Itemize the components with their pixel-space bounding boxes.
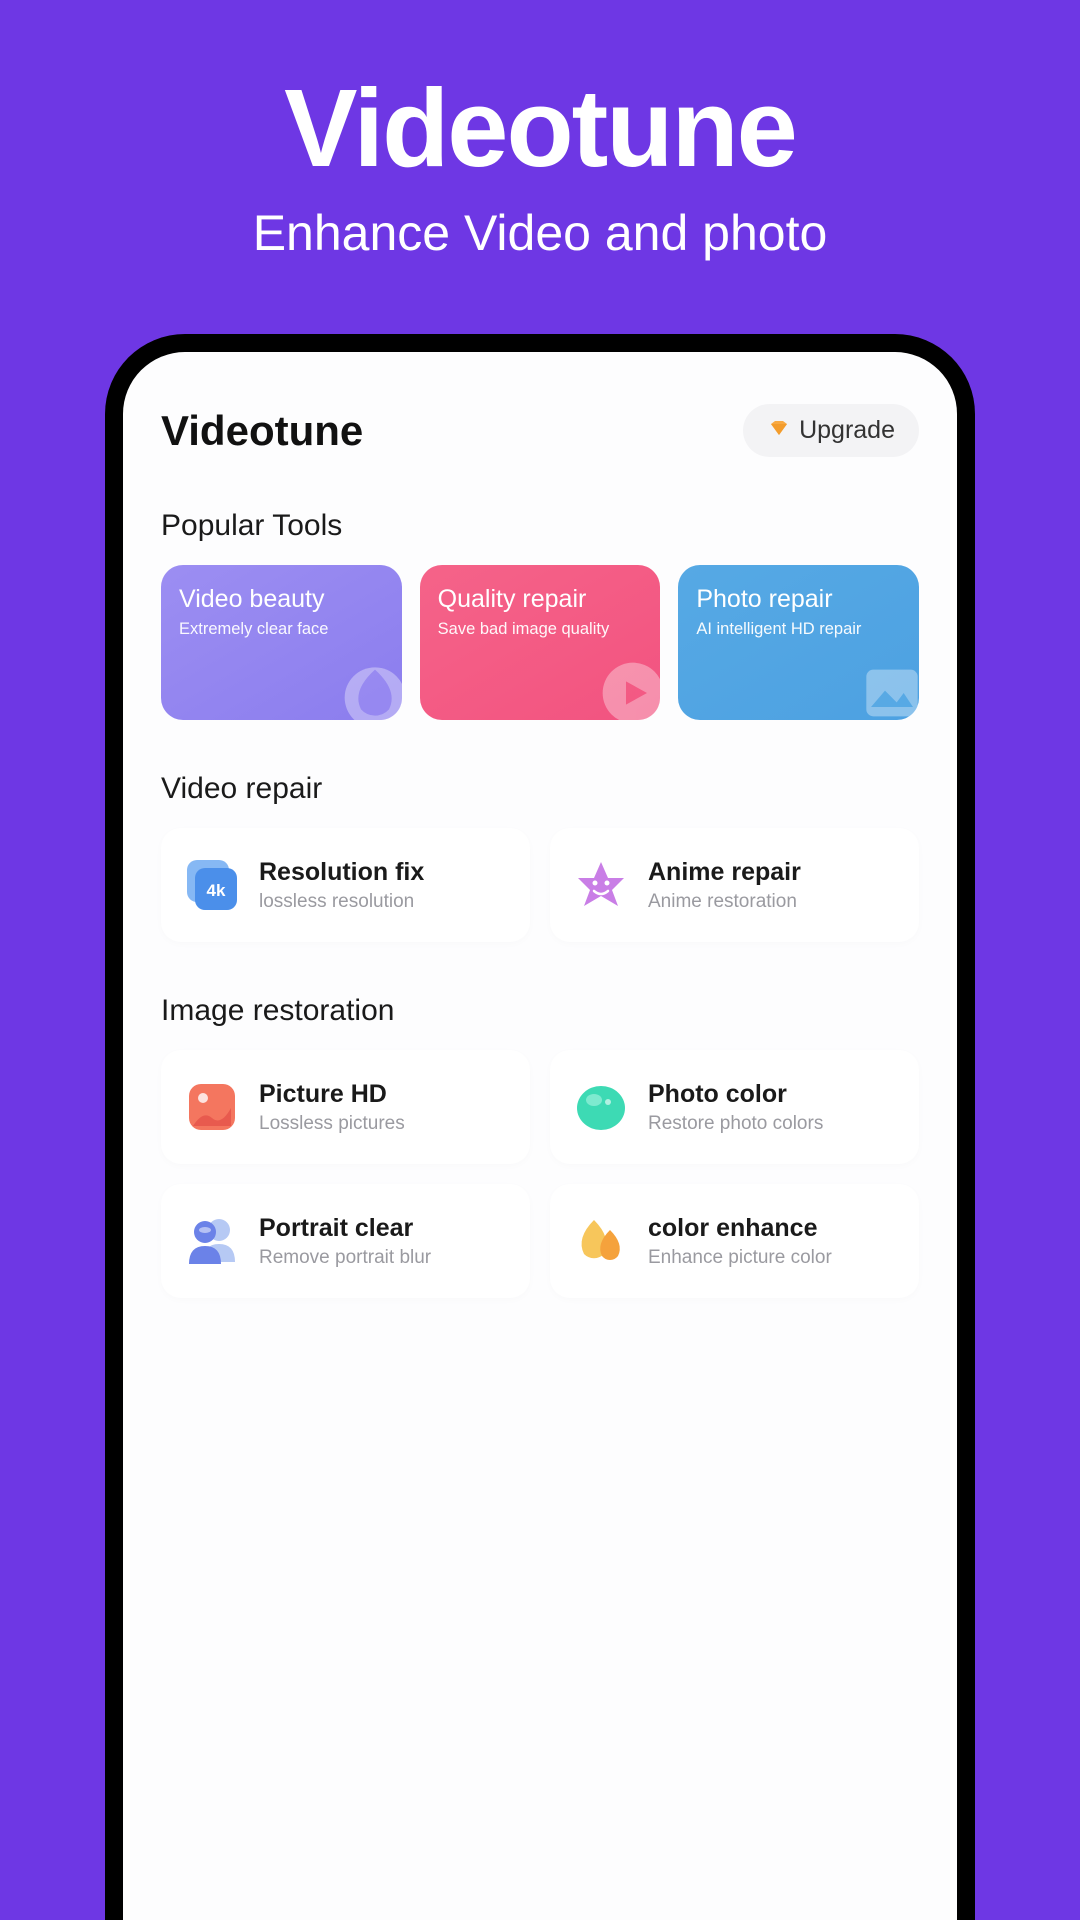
star-icon xyxy=(572,856,630,914)
upgrade-label: Upgrade xyxy=(799,416,895,445)
marketing-subtitle: Enhance Video and photo xyxy=(253,204,828,262)
picture-icon xyxy=(183,1078,241,1136)
play-icon xyxy=(598,658,660,720)
svg-text:4k: 4k xyxy=(207,881,226,900)
item-texts: Picture HD Lossless pictures xyxy=(259,1080,405,1135)
section-heading-image-restoration: Image restoration xyxy=(161,994,919,1028)
phone-screen: Videotune Upgrade Popular Tools Video be… xyxy=(123,352,957,1920)
phone-frame: Videotune Upgrade Popular Tools Video be… xyxy=(105,334,975,1920)
item-subtitle: Restore photo colors xyxy=(648,1113,823,1135)
item-picture-hd[interactable]: Picture HD Lossless pictures xyxy=(161,1050,530,1164)
card-subtitle: AI intelligent HD repair xyxy=(696,620,901,639)
item-subtitle: lossless resolution xyxy=(259,891,424,913)
video-repair-grid: 4k Resolution fix lossless resolution An… xyxy=(161,828,919,942)
item-subtitle: Enhance picture color xyxy=(648,1247,832,1269)
card-subtitle: Extremely clear face xyxy=(179,620,384,639)
person-icon xyxy=(183,1212,241,1270)
item-title: Picture HD xyxy=(259,1080,405,1109)
section-heading-video-repair: Video repair xyxy=(161,772,919,806)
item-texts: color enhance Enhance picture color xyxy=(648,1214,832,1269)
upgrade-button[interactable]: Upgrade xyxy=(743,404,919,457)
popular-card-photo-repair[interactable]: Photo repair AI intelligent HD repair xyxy=(678,565,919,720)
card-title: Video beauty xyxy=(179,585,384,614)
blob-icon xyxy=(572,1078,630,1136)
image-restoration-grid: Picture HD Lossless pictures Photo color… xyxy=(161,1050,919,1164)
item-title: color enhance xyxy=(648,1214,832,1243)
app-title: Videotune xyxy=(161,407,363,455)
drops-icon xyxy=(572,1212,630,1270)
image-restoration-grid-2: Portrait clear Remove portrait blur colo… xyxy=(161,1184,919,1298)
item-subtitle: Anime restoration xyxy=(648,891,801,913)
item-anime-repair[interactable]: Anime repair Anime restoration xyxy=(550,828,919,942)
4k-icon: 4k xyxy=(183,856,241,914)
section-heading-popular: Popular Tools xyxy=(161,509,919,543)
item-photo-color[interactable]: Photo color Restore photo colors xyxy=(550,1050,919,1164)
image-icon xyxy=(857,658,919,720)
item-resolution-fix[interactable]: 4k Resolution fix lossless resolution xyxy=(161,828,530,942)
popular-card-quality-repair[interactable]: Quality repair Save bad image quality xyxy=(420,565,661,720)
item-title: Portrait clear xyxy=(259,1214,431,1243)
item-texts: Resolution fix lossless resolution xyxy=(259,858,424,913)
marketing-header: Videotune Enhance Video and photo xyxy=(253,0,828,262)
item-texts: Portrait clear Remove portrait blur xyxy=(259,1214,431,1269)
item-title: Resolution fix xyxy=(259,858,424,887)
item-title: Photo color xyxy=(648,1080,823,1109)
popular-card-video-beauty[interactable]: Video beauty Extremely clear face xyxy=(161,565,402,720)
item-texts: Photo color Restore photo colors xyxy=(648,1080,823,1135)
card-title: Quality repair xyxy=(438,585,643,614)
popular-tools-row: Video beauty Extremely clear face Qualit… xyxy=(161,565,919,720)
item-title: Anime repair xyxy=(648,858,801,887)
item-texts: Anime repair Anime restoration xyxy=(648,858,801,913)
diamond-icon xyxy=(767,419,791,443)
item-subtitle: Lossless pictures xyxy=(259,1113,405,1135)
card-subtitle: Save bad image quality xyxy=(438,620,643,639)
item-color-enhance[interactable]: color enhance Enhance picture color xyxy=(550,1184,919,1298)
marketing-title: Videotune xyxy=(253,65,828,192)
item-portrait-clear[interactable]: Portrait clear Remove portrait blur xyxy=(161,1184,530,1298)
card-title: Photo repair xyxy=(696,585,901,614)
app-header: Videotune Upgrade xyxy=(161,404,919,457)
drop-icon xyxy=(340,658,402,720)
item-subtitle: Remove portrait blur xyxy=(259,1247,431,1269)
